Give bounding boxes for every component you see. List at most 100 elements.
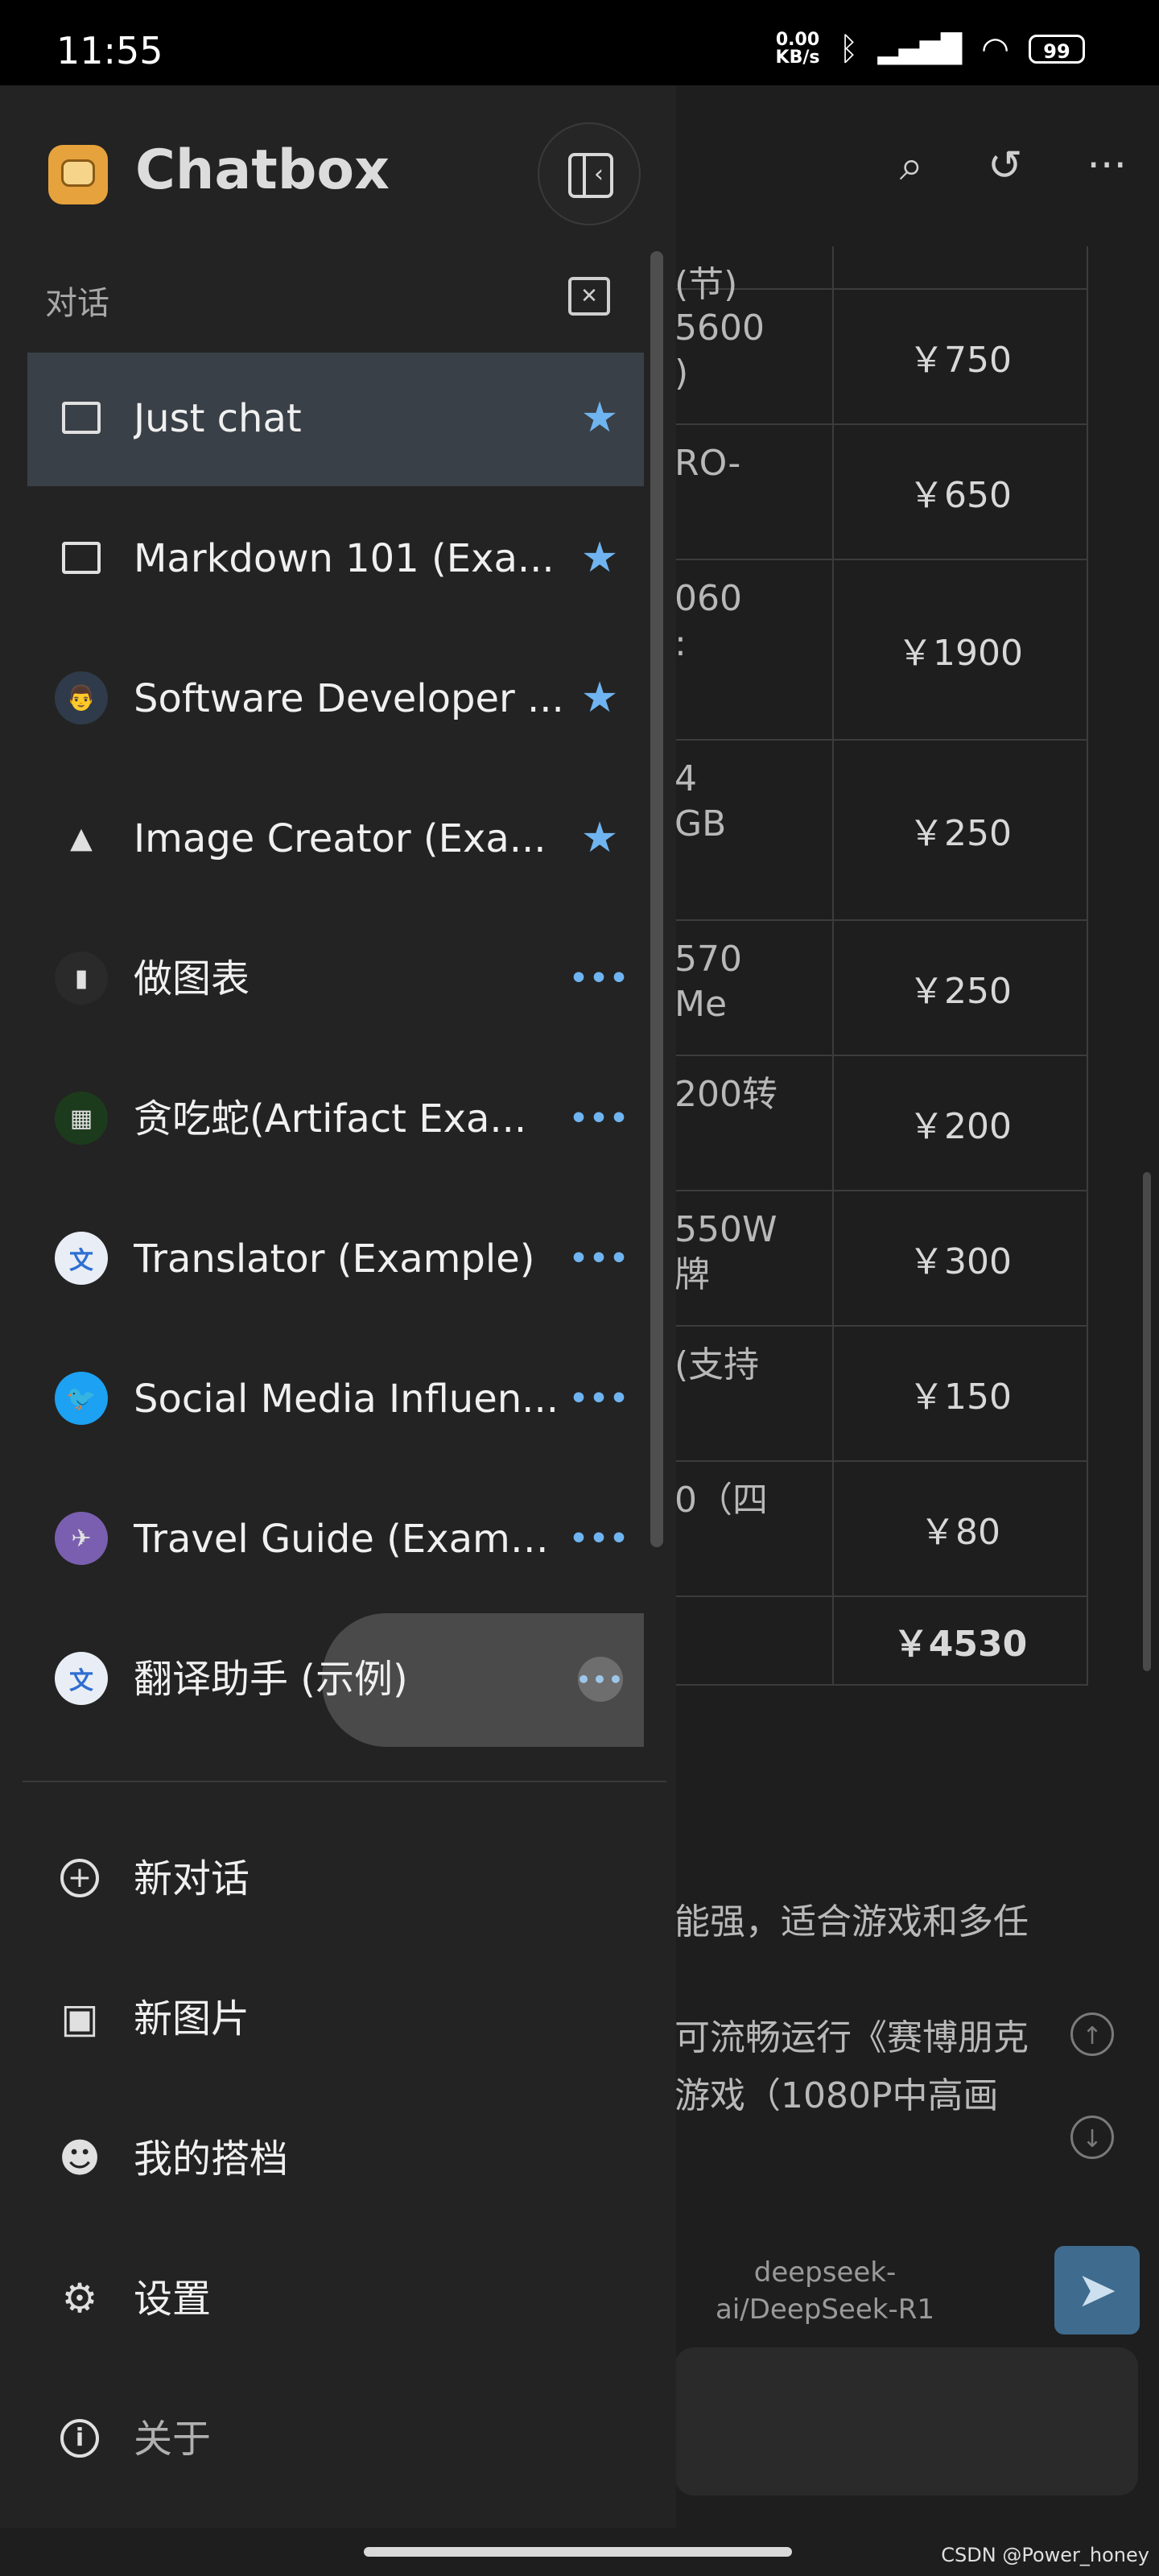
menu-label: 设置: [134, 2277, 212, 2322]
app-title: Chatbox: [135, 138, 390, 202]
table-row: 570 Me ￥250: [674, 921, 1088, 1056]
conversation-title: 做图表: [134, 956, 250, 1001]
conversation-item[interactable]: Just chat ★: [27, 353, 644, 486]
message-icon: [55, 531, 108, 584]
collapse-sidebar-icon: [583, 153, 586, 198]
collapse-sidebar-button[interactable]: ‹: [538, 122, 641, 225]
star-icon[interactable]: ★: [571, 530, 628, 586]
menu-item[interactable]: ⚙ 设置: [27, 2238, 644, 2359]
section-title: 对话: [45, 285, 109, 322]
star-icon[interactable]: ★: [571, 670, 628, 726]
price-cell: ￥4530: [832, 1597, 1088, 1684]
divider: [23, 1781, 666, 1782]
price-cell: ￥250: [832, 921, 1088, 1055]
search-icon[interactable]: ⌕: [900, 142, 923, 191]
travel-avatar-icon: ✈: [55, 1512, 108, 1565]
star-icon[interactable]: ★: [571, 810, 628, 866]
table-cell: RO-: [674, 443, 741, 484]
menu-item[interactable]: ☻ 我的搭档: [27, 2098, 644, 2219]
clock: 11:55: [56, 29, 163, 72]
home-indicator[interactable]: [364, 2547, 792, 2557]
more-options-icon[interactable]: •••: [569, 1230, 628, 1286]
battery-indicator: 99: [1029, 35, 1085, 64]
conversation-item[interactable]: 🐦 Social Media Influen... •••: [27, 1333, 644, 1467]
conversation-item[interactable]: Markdown 101 (Exa... ★: [27, 493, 644, 626]
scroll-down-icon[interactable]: ↓: [1070, 2116, 1114, 2159]
conversation-title: Markdown 101 (Exa...: [134, 536, 555, 581]
chatbox-logo-icon: [48, 145, 108, 204]
table-cell: (支持: [674, 1344, 760, 1385]
table-cell: 550W 牌: [674, 1209, 777, 1295]
translator-avatar-icon: 文: [55, 1232, 108, 1285]
conversation-item[interactable]: 文翻译助手 (示例) •••: [27, 1613, 644, 1747]
info-icon: i: [55, 2413, 105, 2463]
conversation-item[interactable]: ▮ 做图表 •••: [27, 913, 644, 1046]
price-cell: ￥750: [832, 290, 1088, 423]
message-input[interactable]: [674, 2347, 1138, 2496]
chat-text-line: 可流畅运行《赛博朋克: [674, 2017, 1029, 2058]
more-icon[interactable]: ···: [1087, 142, 1127, 190]
table-cell: [674, 1597, 832, 1700]
table-row: 550W 牌 ￥300: [674, 1191, 1088, 1327]
more-options-icon[interactable]: •••: [569, 1090, 628, 1146]
snake-game-avatar-icon: ▦: [55, 1092, 108, 1145]
table-cell: 200转: [674, 1074, 777, 1115]
model-selector[interactable]: deepseek- ai/DeepSeek-R1: [708, 2254, 942, 2328]
more-options-icon[interactable]: •••: [569, 1510, 628, 1567]
network-speed: 0.00 KB/s: [775, 30, 820, 68]
twitter-avatar-icon: 🐦: [55, 1372, 108, 1425]
table-row: (支持 ￥150: [674, 1327, 1088, 1462]
table-cell: 570 Me: [674, 939, 742, 1025]
conversation-item[interactable]: ▦ 贪吃蛇(Artifact Exa... •••: [27, 1053, 644, 1187]
translator-avatar-icon: 文: [55, 1652, 108, 1705]
more-options-icon[interactable]: •••: [569, 950, 628, 1006]
menu-label: 我的搭档: [134, 2136, 289, 2182]
drawer-scrollbar[interactable]: [650, 251, 663, 1547]
table-row: ￥4530: [674, 1597, 1088, 1686]
add-photo-icon: ▣: [60, 1995, 99, 2041]
wifi-icon: ◠: [981, 31, 1009, 68]
gear-icon: ⚙: [61, 2275, 98, 2322]
chart-avatar-icon: ▮: [55, 952, 108, 1005]
message-icon: [55, 391, 108, 444]
watermark: CSDN @Power_honey: [941, 2544, 1149, 2566]
conversation-item[interactable]: ▲ Image Creator (Exa... ★: [27, 773, 644, 906]
bluetooth-icon: ᛒ: [839, 31, 859, 68]
image-icon: ▲: [70, 821, 93, 855]
send-button[interactable]: ➤: [1054, 2246, 1140, 2334]
conversation-title: Travel Guide (Examp...: [134, 1517, 568, 1562]
archive-icon[interactable]: ✕: [568, 277, 610, 316]
table-cell: 0（四: [674, 1480, 768, 1521]
star-icon[interactable]: ★: [571, 390, 628, 446]
conversation-title: Software Developer ...: [134, 676, 564, 721]
more-options-icon[interactable]: •••: [569, 1370, 628, 1426]
table-row: RO- ￥650: [674, 425, 1088, 560]
scroll-up-icon[interactable]: ↑: [1070, 2013, 1114, 2056]
history-icon[interactable]: ↺: [988, 142, 1023, 190]
price-cell: ￥650: [832, 425, 1088, 559]
table-row: 060 : ￥1900: [674, 560, 1088, 741]
signal-icon: ▂▄▆█: [877, 33, 963, 65]
menu-item[interactable]: + 新对话: [27, 1818, 644, 1938]
chat-scrollbar[interactable]: [1143, 1172, 1151, 1671]
price-cell: ￥250: [832, 741, 1088, 919]
table-cell: 060 :: [674, 578, 742, 664]
menu-item[interactable]: i 关于: [27, 2378, 644, 2499]
chat-header: ⌕ ↺ ···: [674, 85, 1159, 246]
menu-item[interactable]: ▣ 新图片: [27, 1958, 644, 2079]
conversation-title: Social Media Influen...: [134, 1377, 559, 1422]
conversation-item[interactable]: 👨 Software Developer ... ★: [27, 633, 644, 766]
conversation-item[interactable]: 文 Translator (Example) •••: [27, 1193, 644, 1327]
conversation-item[interactable]: ✈ Travel Guide (Examp... •••: [27, 1473, 644, 1607]
chat-text-line: 游戏（1080P中高画: [674, 2075, 999, 2116]
menu-label: 新图片: [134, 1996, 250, 2041]
conversation-title: 贪吃蛇(Artifact Exa...: [134, 1096, 527, 1141]
table-cell: 5600 ): [674, 308, 765, 394]
price-cell: ￥300: [832, 1191, 1088, 1325]
table-row: 4 GB ￥250: [674, 741, 1088, 921]
add-circle-icon: +: [55, 1853, 105, 1903]
more-options-icon[interactable]: •••: [576, 1657, 623, 1702]
price-cell: ￥200: [832, 1056, 1088, 1190]
price-cell: ￥80: [832, 1462, 1088, 1596]
price-table: (节) 5600 ) ￥750 RO- ￥650 060 : ￥1900 4 GB ￥250 57…: [674, 246, 1088, 1686]
